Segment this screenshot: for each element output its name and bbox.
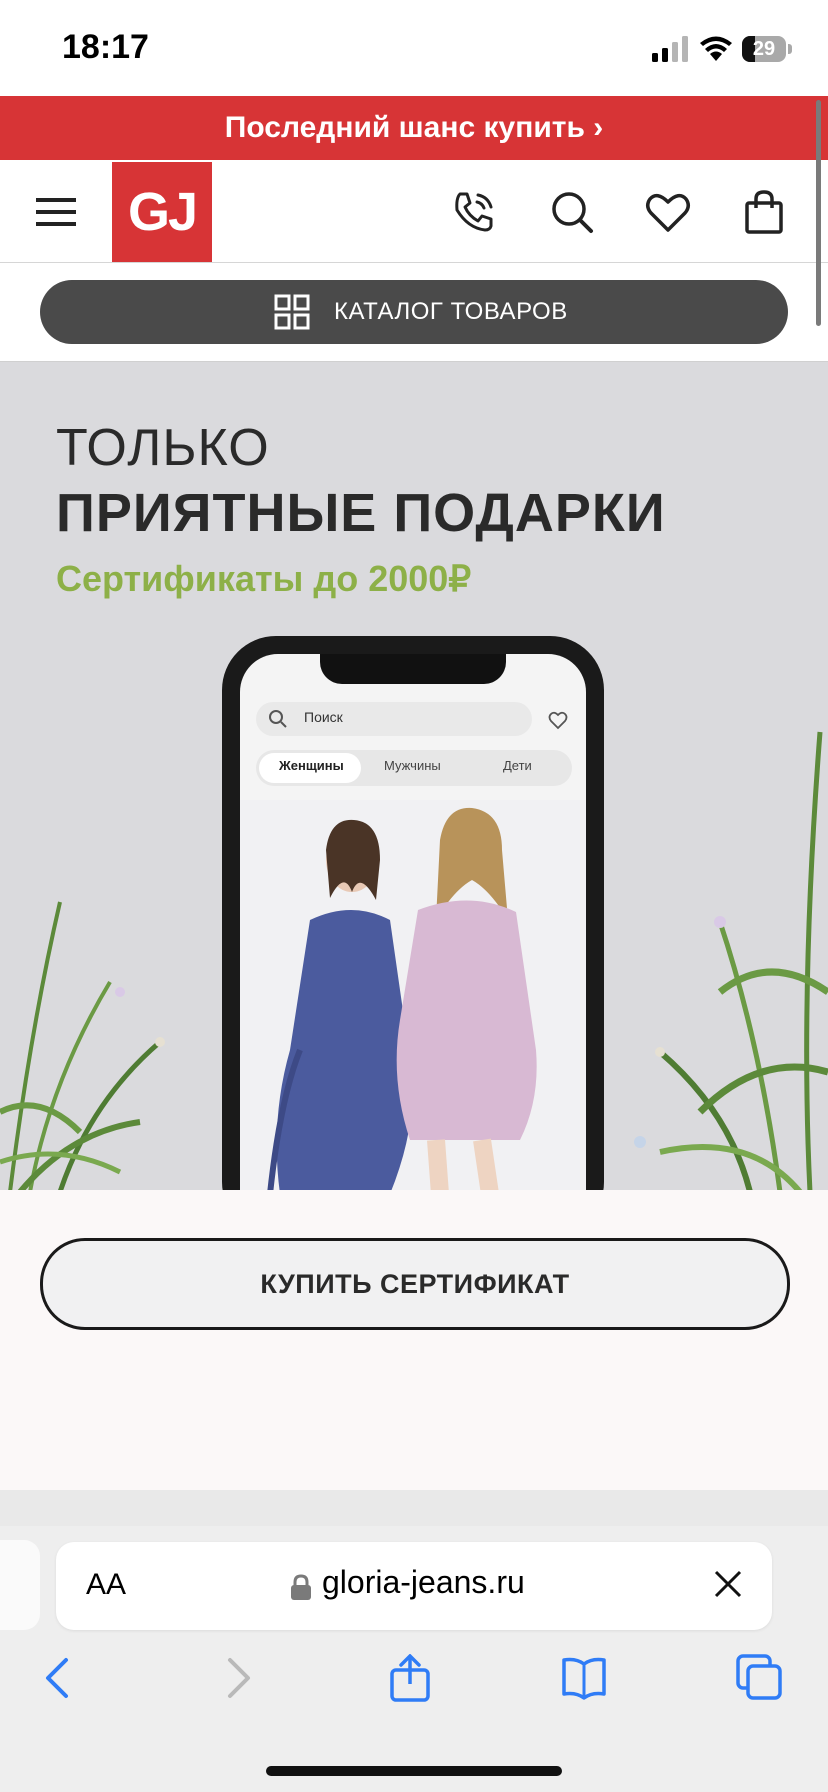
battery-level: 29 [752, 38, 776, 60]
cellular-signal-icon [652, 36, 688, 62]
phone-tab-kids: Дети [503, 758, 532, 773]
logo[interactable]: GJ [112, 162, 212, 262]
catalog-label: КАТАЛОГ ТОВАРОВ [334, 298, 568, 325]
banner-title-line2: ПРИЯТНЫЕ ПОДАРКИ [56, 483, 666, 543]
next-banner-preview [0, 1490, 828, 1526]
plant-right-decoration [634, 731, 828, 1190]
status-time: 18:17 [62, 28, 149, 66]
lock-icon [291, 1574, 311, 1600]
phone-heart-icon [548, 711, 568, 730]
home-indicator [266, 1766, 562, 1776]
phone-search-bar [256, 702, 532, 736]
models-photo [267, 807, 537, 1194]
battery-indicator: 29 [742, 36, 792, 62]
bookmarks-icon[interactable] [560, 1654, 608, 1702]
scrollbar[interactable] [816, 100, 821, 326]
forward-icon[interactable] [212, 1654, 260, 1702]
search-icon[interactable] [548, 188, 596, 236]
phone-notch [320, 654, 506, 684]
share-icon[interactable] [386, 1654, 434, 1702]
plant-left-decoration [0, 901, 165, 1190]
banner-title-line1: ТОЛЬКО [56, 419, 270, 477]
back-icon[interactable] [36, 1654, 84, 1702]
phone-search-icon [269, 710, 287, 728]
buy-certificate-button[interactable]: КУПИТЬ СЕРТИФИКАТ [40, 1238, 790, 1330]
promo-banner[interactable]: Последний шанс купить › [0, 96, 828, 160]
reader-settings-button[interactable]: AA [86, 1568, 126, 1602]
tabs-icon[interactable] [736, 1654, 784, 1702]
shopping-bag-icon[interactable] [740, 188, 788, 236]
url-text[interactable]: gloria-jeans.ru [322, 1564, 525, 1601]
grid-icon [274, 294, 310, 330]
menu-icon[interactable] [34, 195, 78, 229]
phone-tab-women: Женщины [279, 758, 344, 773]
previous-tab-preview[interactable] [0, 1540, 40, 1630]
phone-tab-men: Мужчины [384, 758, 441, 773]
wifi-icon [700, 36, 732, 61]
banner-subtitle: Сертификаты до 2000₽ [56, 558, 472, 599]
phone-call-icon[interactable] [450, 188, 498, 236]
heart-icon[interactable] [644, 188, 692, 236]
phone-search-placeholder: Поиск [304, 709, 343, 725]
close-icon[interactable] [712, 1568, 744, 1600]
phone-product-photo [240, 800, 586, 1194]
